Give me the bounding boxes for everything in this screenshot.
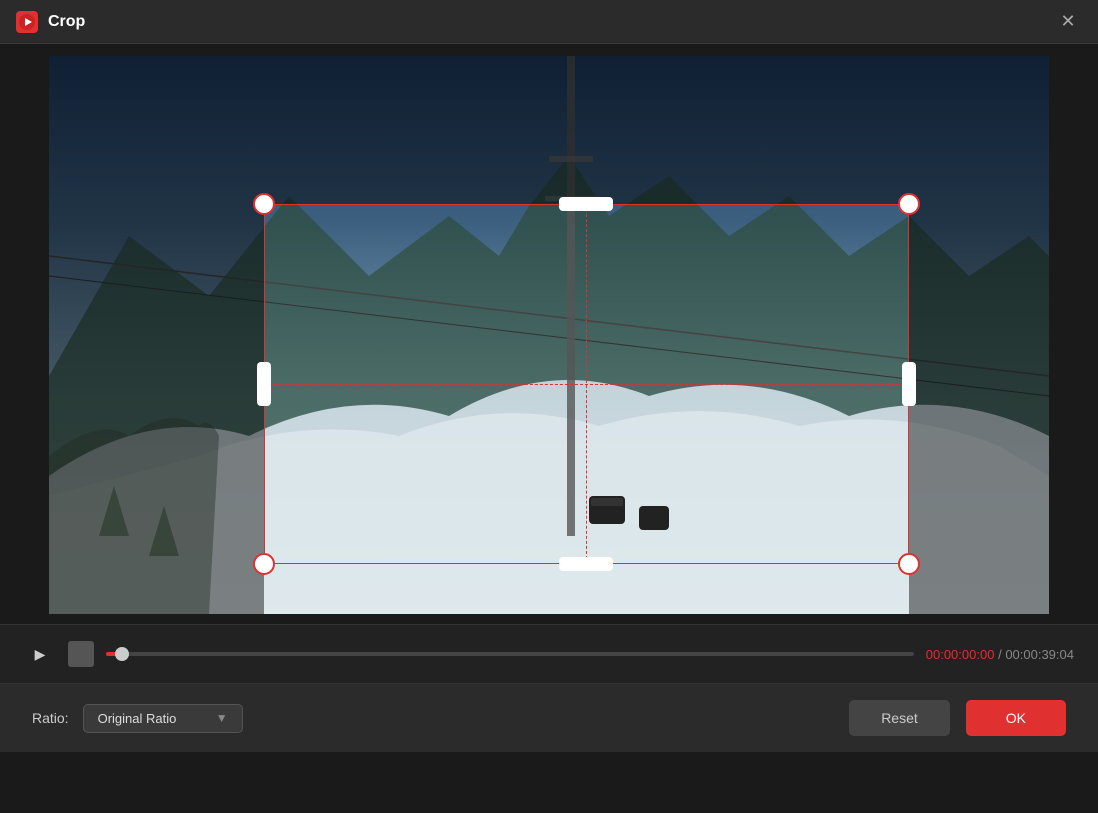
crop-handle-bottom-right[interactable] [898, 553, 920, 575]
dim-overlay-right [909, 204, 1049, 614]
dim-overlay-left [49, 204, 264, 614]
title-bar: Crop ✕ [0, 0, 1098, 44]
title-bar-left: Crop [16, 11, 85, 33]
ratio-label: Ratio: [32, 710, 69, 726]
time-separator: / [998, 647, 1002, 662]
crop-handle-bottom-left[interactable] [253, 553, 275, 575]
ok-button[interactable]: OK [966, 700, 1066, 736]
ratio-select-value: Original Ratio [98, 711, 177, 726]
progress-thumb[interactable] [115, 647, 129, 661]
ratio-dropdown-arrow: ▼ [216, 711, 228, 725]
ratio-section: Ratio: Original Ratio ▼ [32, 704, 243, 733]
close-button[interactable]: ✕ [1054, 8, 1082, 36]
dim-overlay-top [49, 56, 1049, 204]
ratio-select[interactable]: Original Ratio ▼ [83, 704, 243, 733]
reset-button[interactable]: Reset [849, 700, 950, 736]
video-preview [49, 56, 1049, 614]
crop-handle-top-right[interactable] [898, 193, 920, 215]
crop-handle-top-left[interactable] [253, 193, 275, 215]
action-buttons: Reset OK [849, 700, 1066, 736]
controls-bar: ▶ 00:00:00:00 / 00:00:39:04 [0, 624, 1098, 684]
crop-handle-top-center[interactable] [559, 197, 613, 211]
settings-bar: Ratio: Original Ratio ▼ Reset OK [0, 684, 1098, 752]
total-time: 00:00:39:04 [1005, 647, 1074, 662]
progress-bar[interactable] [106, 652, 914, 656]
time-display: 00:00:00:00 / 00:00:39:04 [926, 647, 1074, 662]
crop-handle-bottom-center[interactable] [559, 557, 613, 571]
window-title: Crop [48, 13, 85, 31]
stop-button[interactable] [68, 641, 94, 667]
app-icon [16, 11, 38, 33]
crop-handle-middle-right[interactable] [902, 362, 916, 406]
play-button[interactable]: ▶ [24, 638, 56, 670]
current-time: 00:00:00:00 [926, 647, 995, 662]
crop-handle-middle-left[interactable] [257, 362, 271, 406]
